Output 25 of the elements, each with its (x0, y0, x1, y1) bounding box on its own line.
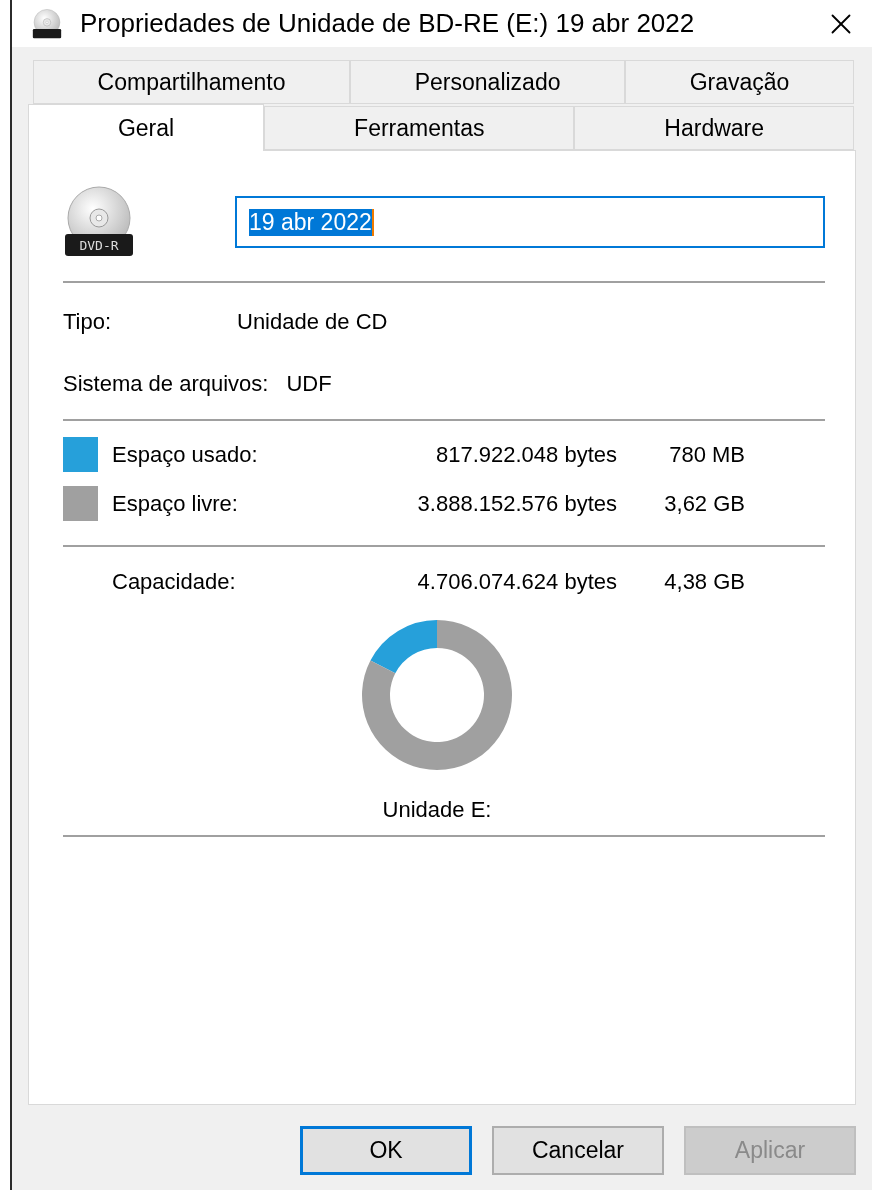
usage-label: Espaço livre: (112, 490, 239, 517)
tab[interactable]: Geral (28, 104, 265, 151)
tab[interactable]: Ferramentas (264, 106, 575, 150)
tab[interactable]: Gravação (625, 60, 854, 104)
usage-size: 780 MB (668, 441, 745, 468)
usage-label: Espaço usado: (112, 441, 259, 468)
drive-icon (32, 8, 62, 39)
usage-bytes: 817.922.048 bytes (434, 441, 617, 468)
tab[interactable]: Hardware (574, 106, 854, 150)
tab[interactable]: Personalizado (350, 60, 626, 104)
info-value: Unidade de CD (237, 309, 388, 335)
usage-bytes: 3.888.152.576 bytes (416, 490, 617, 517)
info-value: UDF (286, 371, 332, 397)
capacity-bytes: 4.706.074.624 bytes (416, 569, 617, 595)
window-title: Propriedades de Unidade de BD-RE (E:) 19 abr 2022 (80, 8, 696, 39)
usage-size: 3,62 GB (663, 490, 745, 517)
tab[interactable]: Compartilhamento (33, 60, 351, 104)
capacity-size: 4,38 GB (663, 569, 745, 595)
info-label: Sistema de arquivos: (63, 371, 269, 397)
name-field[interactable]: 19 abr 2022 (235, 196, 825, 248)
info-label: Tipo: (63, 309, 113, 335)
dialog-button[interactable]: OK (300, 1126, 472, 1175)
dialog-button[interactable]: Cancelar (492, 1126, 664, 1175)
capacity-label: Capacidade: (112, 569, 237, 595)
chart-caption: Unidade E: (382, 797, 492, 823)
